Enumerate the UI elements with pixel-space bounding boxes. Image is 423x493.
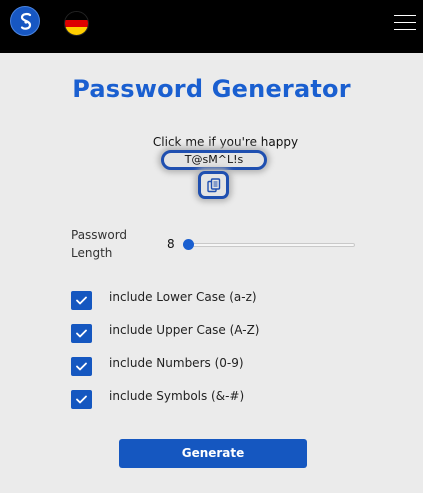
- password-length-value: 8: [167, 237, 175, 251]
- password-length-label: Password Length: [71, 228, 128, 260]
- checkmark-icon: [76, 329, 87, 338]
- checkbox-symbols[interactable]: [71, 390, 92, 409]
- page-title: Password Generator: [72, 75, 351, 103]
- main-content: Password Generator Click me if you're ha…: [0, 53, 423, 493]
- copy-button[interactable]: [198, 171, 229, 199]
- option-label: include Numbers (0-9): [109, 356, 244, 370]
- checkmark-icon: [76, 395, 87, 404]
- hamburger-menu-icon[interactable]: [394, 13, 416, 33]
- option-label: include Symbols (&-#): [109, 389, 245, 403]
- option-label: include Upper Case (A-Z): [109, 323, 260, 337]
- happy-text: Click me if you're happy: [152, 135, 299, 149]
- german-flag-icon[interactable]: [64, 11, 89, 36]
- generated-password[interactable]: T@sM^L!s: [161, 150, 267, 170]
- slider-thumb[interactable]: [183, 239, 194, 250]
- checkbox-numbers[interactable]: [71, 357, 92, 376]
- password-length-slider[interactable]: [183, 243, 355, 247]
- top-navbar: [0, 0, 423, 53]
- checkmark-icon: [76, 362, 87, 371]
- checkbox-lower-case[interactable]: [71, 291, 92, 310]
- generate-button[interactable]: Generate: [119, 439, 307, 468]
- option-label: include Lower Case (a-z): [109, 290, 257, 304]
- s-logo-icon[interactable]: [10, 6, 40, 36]
- copy-icon: [207, 178, 221, 193]
- checkbox-upper-case[interactable]: [71, 324, 92, 343]
- checkmark-icon: [76, 296, 87, 305]
